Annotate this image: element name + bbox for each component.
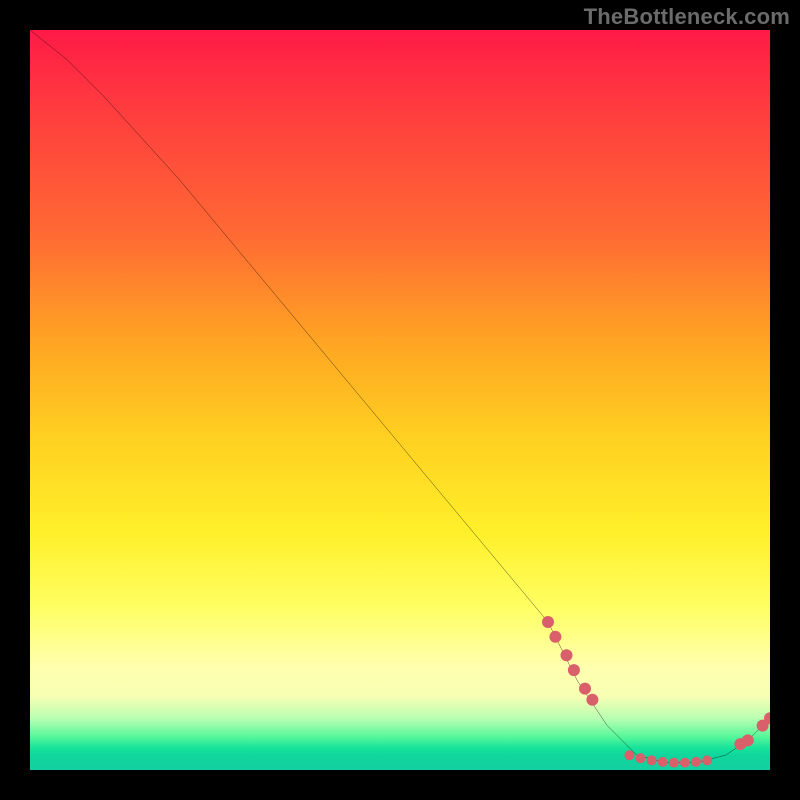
data-point <box>691 757 701 767</box>
chart-container: TheBottleneck.com <box>0 0 800 800</box>
data-point <box>586 694 598 706</box>
data-point <box>542 616 554 628</box>
data-point <box>658 757 668 767</box>
data-point <box>669 758 679 768</box>
data-point <box>579 683 591 695</box>
data-point <box>549 631 561 643</box>
data-point <box>635 753 645 763</box>
data-point <box>680 758 690 768</box>
plot-area <box>30 30 770 770</box>
data-point <box>624 750 634 760</box>
data-point <box>568 664 580 676</box>
marker-group <box>542 616 770 768</box>
data-point <box>647 755 657 765</box>
curve-layer <box>30 30 770 770</box>
watermark-text: TheBottleneck.com <box>584 4 790 30</box>
data-point <box>742 734 754 746</box>
main-curve <box>30 30 770 763</box>
data-point <box>702 755 712 765</box>
data-point <box>560 649 572 661</box>
